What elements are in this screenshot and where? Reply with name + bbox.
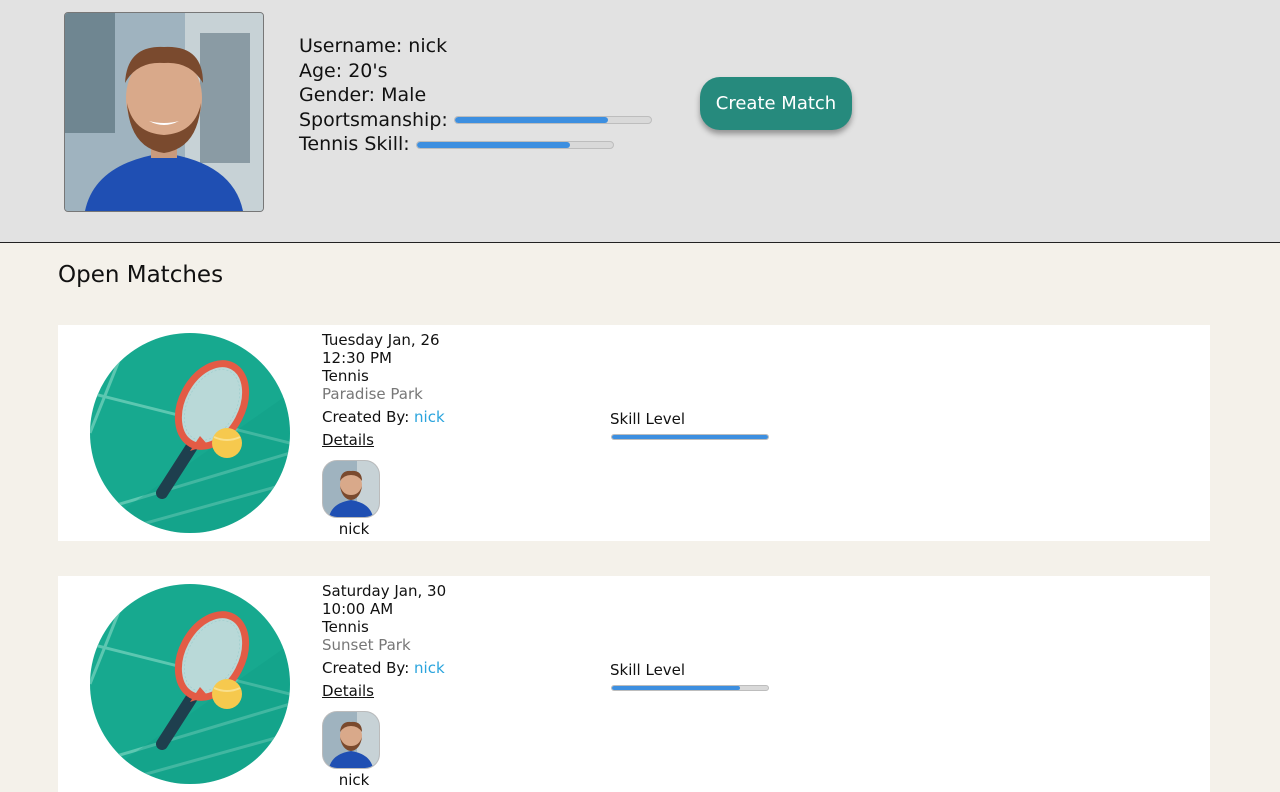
match-venue: Sunset Park bbox=[322, 636, 411, 654]
created-by-label: Created By: bbox=[322, 659, 410, 677]
skill-level-label: Skill Level bbox=[610, 661, 686, 679]
skill-level-bar-fill bbox=[612, 435, 768, 439]
match-venue: Paradise Park bbox=[322, 385, 423, 403]
created-by-row: Created By: nick bbox=[322, 407, 445, 427]
details-link[interactable]: Details bbox=[322, 681, 374, 701]
participant: nick bbox=[322, 460, 386, 538]
tennis-skill-bar-fill bbox=[416, 141, 570, 148]
participant-name: nick bbox=[338, 771, 370, 789]
skill-level-bar bbox=[611, 434, 769, 440]
match-details: Saturday Jan, 30 10:00 AM Tennis Sunset … bbox=[322, 582, 446, 701]
tennis-racket-ball-icon bbox=[90, 333, 290, 533]
skill-level: Skill Level bbox=[610, 661, 769, 691]
skill-level-bar bbox=[611, 685, 769, 691]
participant-avatar[interactable] bbox=[322, 711, 380, 769]
profile-photo bbox=[64, 12, 264, 212]
match-details: Tuesday Jan, 26 12:30 PM Tennis Paradise… bbox=[322, 331, 445, 450]
participant-name: nick bbox=[338, 520, 370, 538]
details-link[interactable]: Details bbox=[322, 430, 374, 450]
tennis-skill-bar bbox=[415, 140, 614, 149]
sportsmanship-bar-fill bbox=[454, 117, 608, 123]
skill-level-bar-fill bbox=[612, 686, 740, 690]
sportsmanship-label: Sportsmanship: bbox=[299, 108, 448, 131]
profile-header: Username: nick Age: 20's Gender: Male Sp… bbox=[0, 0, 1280, 243]
match-date: Tuesday Jan, 26 bbox=[322, 331, 440, 349]
match-date: Saturday Jan, 30 bbox=[322, 582, 447, 600]
participant-avatar[interactable] bbox=[322, 460, 380, 518]
age-text: Age: 20's bbox=[299, 59, 388, 82]
create-match-button[interactable]: Create Match bbox=[700, 77, 852, 130]
created-by-row: Created By: nick bbox=[322, 658, 446, 678]
created-by-user-link[interactable]: nick bbox=[414, 659, 445, 677]
created-by-user-link[interactable]: nick bbox=[414, 408, 445, 426]
tennis-racket-ball-icon bbox=[90, 584, 290, 784]
sportsmanship-bar bbox=[453, 116, 652, 124]
match-sport: Tennis bbox=[322, 618, 369, 636]
username-text: Username: nick bbox=[299, 35, 448, 57]
tennis-skill-label: Tennis Skill: bbox=[299, 133, 410, 155]
gender-text: Gender: Male bbox=[299, 84, 427, 106]
tennis-skill-row: Tennis Skill: bbox=[299, 132, 652, 157]
match-card: Saturday Jan, 30 10:00 AM Tennis Sunset … bbox=[58, 576, 1210, 792]
sportsmanship-row: Sportsmanship: bbox=[299, 108, 652, 133]
skill-level: Skill Level bbox=[610, 410, 769, 440]
match-sport: Tennis bbox=[322, 367, 369, 385]
match-time: 12:30 PM bbox=[322, 349, 392, 367]
created-by-label: Created By: bbox=[322, 408, 410, 426]
profile-info: Username: nick Age: 20's Gender: Male Sp… bbox=[299, 34, 652, 157]
match-card: Tuesday Jan, 26 12:30 PM Tennis Paradise… bbox=[58, 325, 1210, 541]
match-time: 10:00 AM bbox=[322, 600, 394, 618]
open-matches-title: Open Matches bbox=[58, 262, 224, 288]
skill-level-label: Skill Level bbox=[610, 410, 686, 428]
